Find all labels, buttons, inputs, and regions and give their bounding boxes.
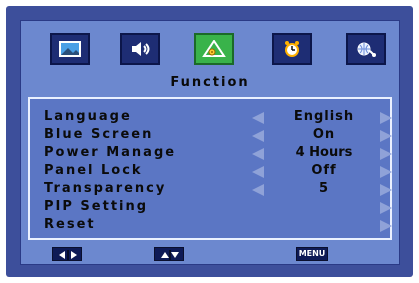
menu-panel: Language English Blue Screen On Power Ma… bbox=[28, 97, 392, 240]
right-arrow-icon[interactable] bbox=[380, 112, 392, 124]
right-arrow-icon[interactable] bbox=[380, 184, 392, 196]
tab-picture[interactable] bbox=[50, 33, 90, 65]
right-arrow-icon[interactable] bbox=[380, 220, 392, 232]
left-arrow-icon[interactable] bbox=[252, 148, 264, 160]
right-arrow-icon[interactable] bbox=[380, 130, 392, 142]
menu-row-pip-setting[interactable]: PIP Setting bbox=[44, 199, 392, 217]
left-right-keys-icon bbox=[52, 247, 82, 261]
menu-row-language[interactable]: Language English bbox=[44, 109, 392, 127]
menu-row-reset[interactable]: Reset bbox=[44, 217, 392, 235]
tab-function[interactable] bbox=[194, 33, 234, 65]
menu-value: English bbox=[293, 109, 355, 124]
menu-label: PIP Setting bbox=[44, 199, 149, 214]
left-arrow-icon[interactable] bbox=[252, 130, 264, 142]
menu-label: Power Manage bbox=[44, 145, 177, 160]
menu-value: 4 Hours bbox=[295, 145, 353, 160]
left-arrow-icon[interactable] bbox=[252, 112, 264, 124]
picture-icon bbox=[59, 41, 81, 57]
menu-row-blue-screen[interactable]: Blue Screen On bbox=[44, 127, 392, 145]
tab-sound[interactable] bbox=[120, 33, 160, 65]
left-arrow-icon[interactable] bbox=[252, 184, 264, 196]
menu-label: Transparency bbox=[44, 181, 167, 196]
menu-label: Reset bbox=[44, 217, 96, 232]
footer-hints: MENU bbox=[21, 247, 399, 263]
right-arrow-icon[interactable] bbox=[380, 148, 392, 160]
right-arrow-icon[interactable] bbox=[380, 166, 392, 178]
alarm-clock-icon bbox=[285, 41, 299, 57]
function-icon bbox=[202, 40, 226, 57]
up-down-keys-icon bbox=[154, 247, 184, 261]
menu-label: Blue Screen bbox=[44, 127, 154, 142]
menu-row-panel-lock[interactable]: Panel Lock Off bbox=[44, 163, 392, 181]
osd-inner: Function Language English Blue Screen On… bbox=[20, 20, 400, 265]
top-tab-bar bbox=[21, 25, 399, 73]
menu-label: Language bbox=[44, 109, 132, 124]
tab-timer[interactable] bbox=[272, 33, 312, 65]
speaker-icon bbox=[132, 42, 150, 56]
right-arrow-icon[interactable] bbox=[380, 202, 392, 214]
menu-key[interactable]: MENU bbox=[296, 247, 328, 261]
menu-label: Panel Lock bbox=[44, 163, 143, 178]
menu-row-power-manage[interactable]: Power Manage 4 Hours bbox=[44, 145, 392, 163]
menu-value: 5 bbox=[318, 181, 330, 196]
menu-value: On bbox=[312, 127, 336, 142]
left-arrow-icon[interactable] bbox=[252, 166, 264, 178]
globe-icon bbox=[357, 42, 376, 57]
tab-setup[interactable] bbox=[346, 33, 386, 65]
osd-menu: Function Language English Blue Screen On… bbox=[6, 6, 413, 277]
menu-title: Function bbox=[170, 75, 250, 90]
menu-value: Off bbox=[311, 163, 337, 178]
menu-row-transparency[interactable]: Transparency 5 bbox=[44, 181, 392, 199]
